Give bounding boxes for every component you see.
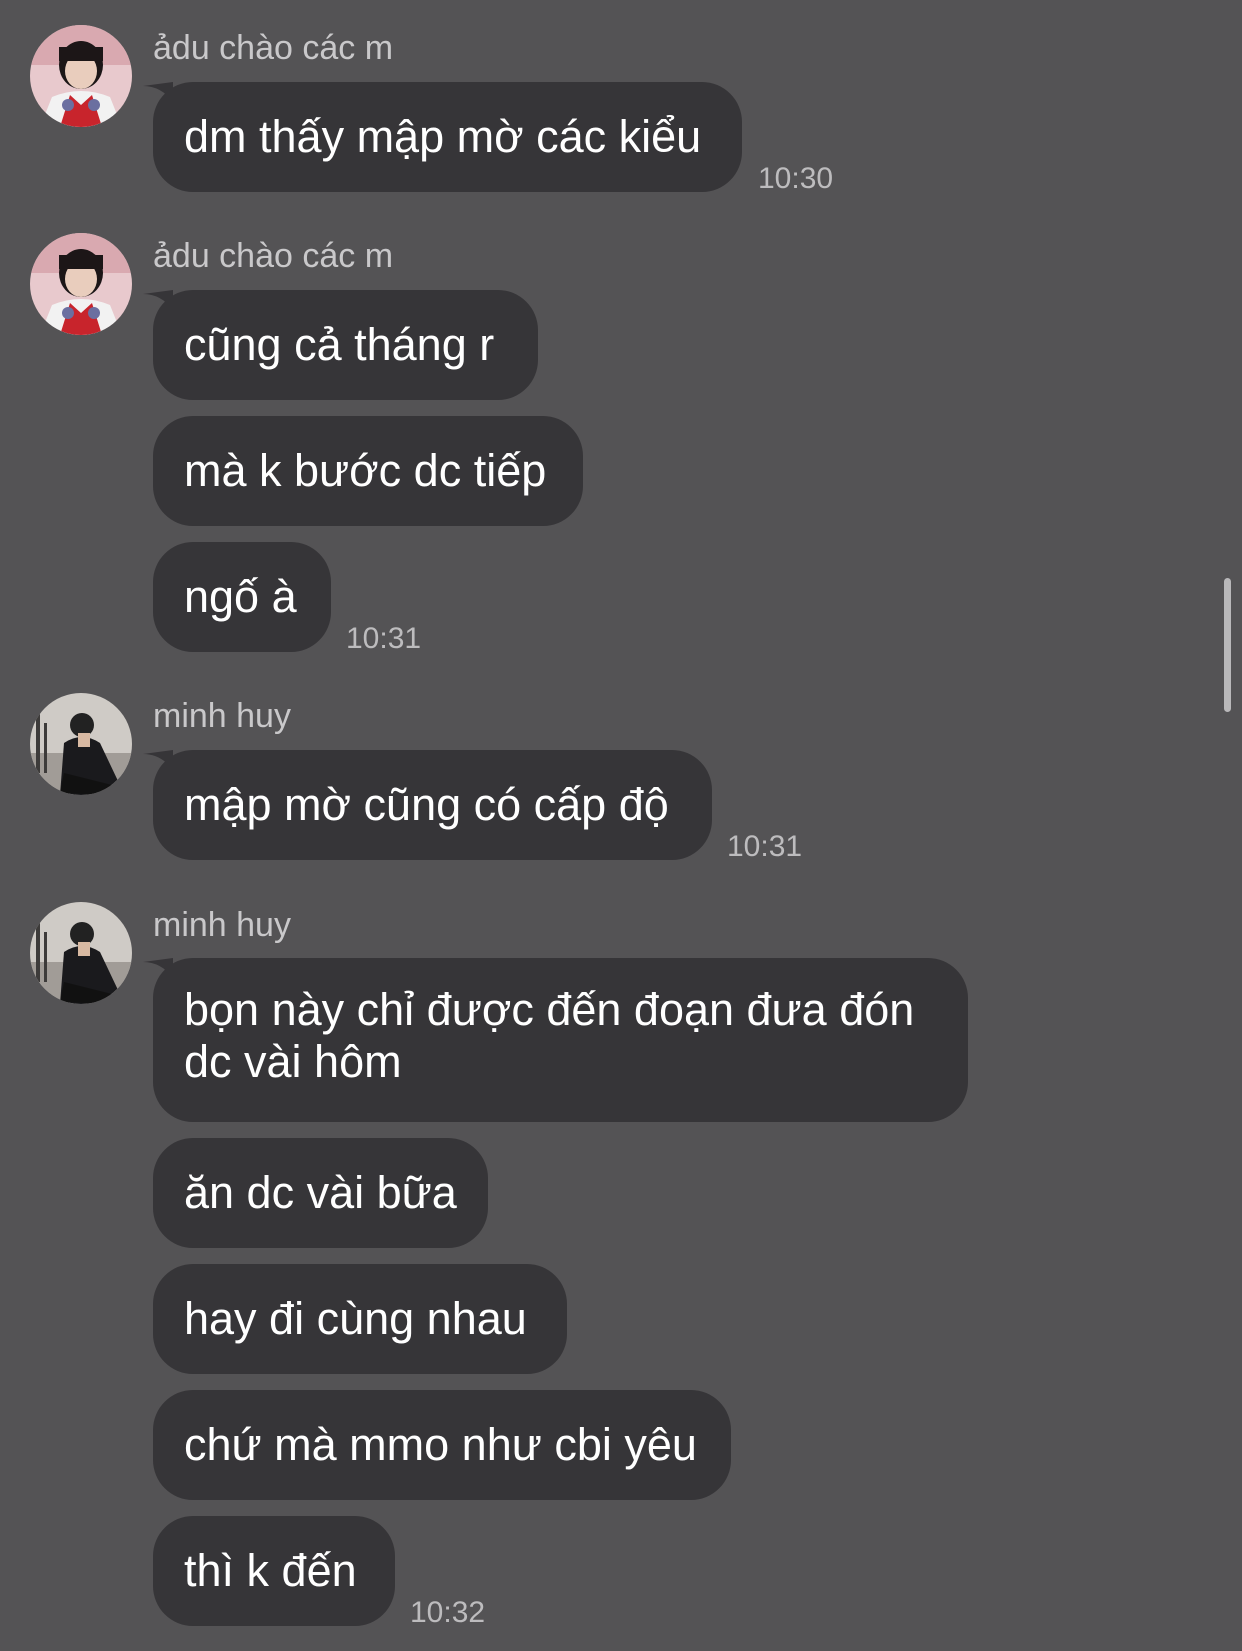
- bubble-tail-icon: [143, 82, 173, 102]
- message-text: bọn này chỉ được đến đoạn đưa đón dc vài…: [184, 984, 915, 1087]
- bubble-tail-icon: [143, 750, 173, 770]
- message-text: chứ mà mmo như cbi yêu: [184, 1419, 697, 1470]
- user-avatar-icon: [30, 693, 132, 795]
- user-avatar-icon: [30, 233, 132, 335]
- message-text: cũng cả tháng r: [184, 319, 495, 370]
- user-avatar-icon: [30, 25, 132, 127]
- message-text: mà k bước dc tiếp: [184, 445, 547, 496]
- user-avatar-icon: [30, 902, 132, 1004]
- timestamp: 10:31: [346, 622, 422, 655]
- message-bubble[interactable]: cũng cả tháng r: [143, 290, 538, 400]
- message-bubble[interactable]: thì k đến: [153, 1516, 395, 1626]
- bubble-tail-icon: [143, 958, 173, 978]
- avatar-minh-huy[interactable]: [30, 693, 132, 795]
- message-bubble[interactable]: mà k bước dc tiếp: [153, 416, 583, 526]
- message-bubble[interactable]: mập mờ cũng có cấp độ: [143, 750, 712, 860]
- sender-name: ảdu chào các m: [153, 29, 394, 67]
- message-text: hay đi cùng nhau: [184, 1293, 527, 1344]
- bubble-tail-icon: [143, 290, 173, 310]
- message-text: ăn dc vài bữa: [184, 1167, 457, 1218]
- avatar-adu[interactable]: [30, 25, 132, 127]
- timestamp: 10:31: [727, 830, 803, 863]
- message-text: ngố à: [184, 571, 297, 622]
- scrollbar[interactable]: [1224, 578, 1231, 712]
- message-bubble[interactable]: bọn này chỉ được đến đoạn đưa đón dc vài…: [143, 958, 968, 1122]
- message-bubble[interactable]: ăn dc vài bữa: [153, 1138, 488, 1248]
- message-bubble[interactable]: hay đi cùng nhau: [153, 1264, 567, 1374]
- sender-name: minh huy: [153, 697, 291, 735]
- message-bubble[interactable]: dm thấy mập mờ các kiểu: [143, 82, 742, 192]
- avatar-minh-huy[interactable]: [30, 902, 132, 1004]
- message-bubble[interactable]: chứ mà mmo như cbi yêu: [153, 1390, 731, 1500]
- message-text: mập mờ cũng có cấp độ: [184, 779, 669, 830]
- sender-name: minh huy: [153, 906, 291, 944]
- avatar-adu[interactable]: [30, 233, 132, 335]
- timestamp: 10:30: [758, 162, 834, 195]
- message-bubble[interactable]: ngố à: [153, 542, 331, 652]
- timestamp: 10:32: [410, 1596, 486, 1629]
- message-text: dm thấy mập mờ các kiểu: [184, 111, 702, 162]
- message-text: thì k đến: [184, 1545, 357, 1596]
- sender-name: ảdu chào các m: [153, 237, 394, 275]
